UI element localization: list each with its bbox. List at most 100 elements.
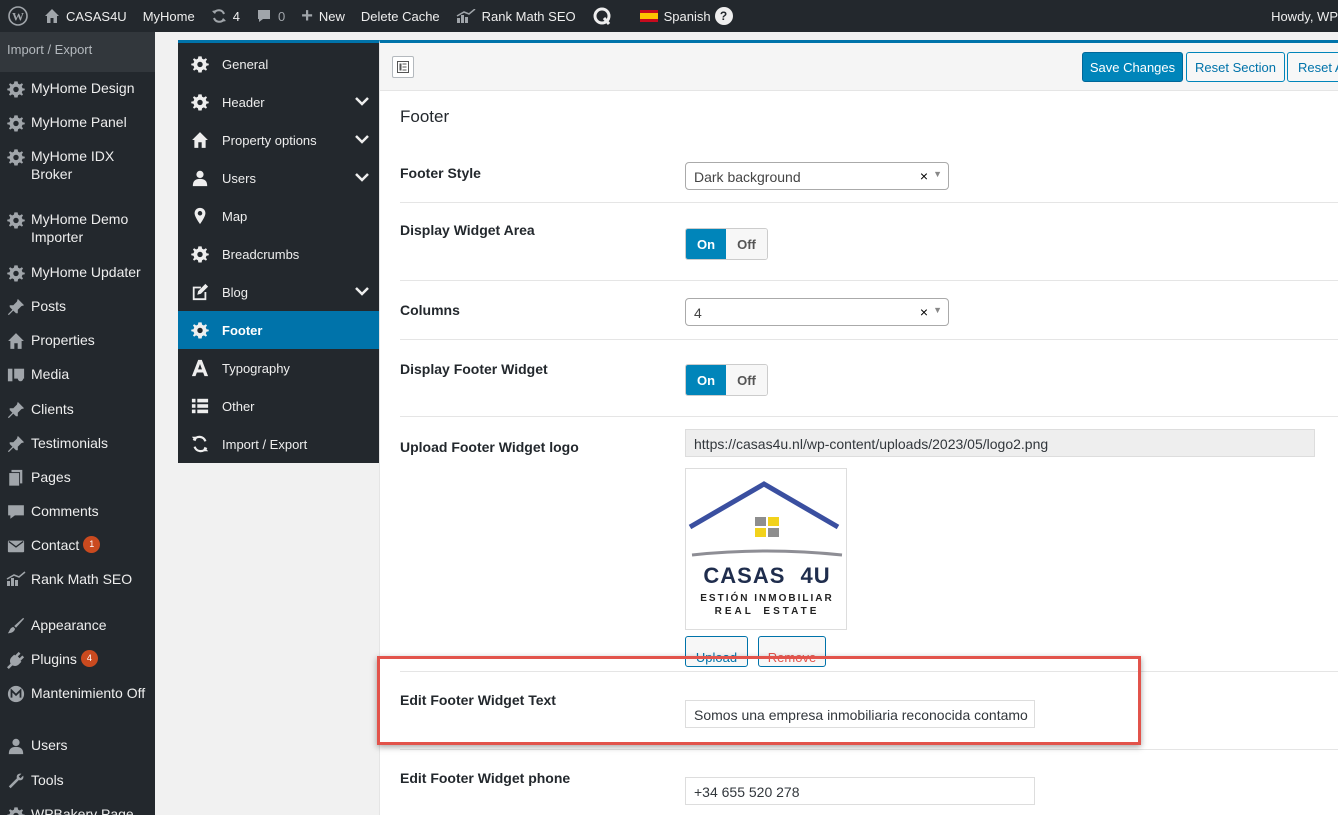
help-icon[interactable]: ? (714, 7, 733, 25)
options-nav-item[interactable]: Typography (178, 349, 379, 387)
admin-menu-item[interactable]: MyHome IDX Broker (0, 147, 155, 183)
myhome-link[interactable]: MyHome (135, 0, 203, 32)
page-icon (0, 468, 31, 487)
brush-icon (0, 616, 31, 635)
admin-menu-item[interactable]: Users (0, 736, 155, 755)
save-changes-button[interactable]: Save Changes (1082, 52, 1183, 82)
gear-icon (178, 245, 222, 263)
widget-phone-label: Edit Footer Widget phone (400, 770, 571, 786)
dropdown-arrow-icon[interactable]: ▼ (933, 305, 942, 315)
admin-menu-item[interactable]: Tools (0, 771, 155, 790)
comments-link[interactable]: 0 (248, 0, 293, 32)
gear-icon (178, 321, 222, 339)
current-submenu-item[interactable]: Import / Export (0, 32, 155, 72)
admin-menu-item[interactable]: Media (0, 365, 155, 384)
options-toolbar: Save Changes Reset Section Reset A (380, 43, 1338, 91)
options-nav-item[interactable]: Breadcrumbs (178, 235, 379, 273)
columns-value: 4 (694, 305, 702, 321)
admin-menu-item[interactable]: MyHome Demo Importer (0, 210, 155, 246)
options-nav-item[interactable]: Users (178, 159, 379, 197)
options-nav-item[interactable]: Header (178, 83, 379, 121)
gear-icon (0, 805, 31, 815)
admin-menu-item[interactable]: Appearance (0, 616, 155, 635)
rank-math-label: Rank Math SEO (481, 8, 576, 24)
admin-menu-item[interactable]: MyHome Panel (0, 113, 155, 132)
admin-menu-item-label: Rank Math SEO (31, 571, 133, 587)
admin-menu-item-label: Media (31, 366, 70, 382)
clear-icon[interactable]: × (920, 168, 928, 184)
options-nav-item[interactable]: Map (178, 197, 379, 235)
site-name: CASAS4U (66, 8, 127, 24)
admin-menu-item[interactable]: Pages (0, 468, 155, 487)
admin-menu-item-label: Users (31, 737, 68, 753)
chevron-down-icon[interactable] (345, 133, 379, 147)
chevron-down-icon[interactable] (345, 95, 379, 109)
admin-menu-item[interactable]: Comments (0, 502, 155, 521)
options-nav-item-label: Header (222, 94, 265, 110)
toggle-on-button[interactable]: On (686, 365, 726, 395)
remove-button[interactable]: Remove (758, 636, 826, 667)
options-nav-item[interactable]: Blog (178, 273, 379, 311)
admin-menu-item[interactable]: WPBakery Page (0, 805, 155, 815)
admin-menu-item[interactable]: Posts (0, 297, 155, 316)
admin-menu-item[interactable]: Testimonials (0, 434, 155, 453)
dropdown-arrow-icon[interactable]: ▼ (933, 169, 942, 179)
admin-menu-item-label: Appearance (31, 617, 107, 633)
logo-url-field[interactable]: https://casas4u.nl/wp-content/uploads/20… (685, 429, 1315, 457)
widget-phone-input[interactable]: +34 655 520 278 (685, 777, 1035, 805)
gear-icon (178, 93, 222, 111)
query-monitor-icon (592, 6, 612, 26)
admin-menu-item[interactable]: Plugins 4 (0, 650, 155, 669)
toggle-off-button[interactable]: Off (726, 365, 767, 395)
admin-menu-item[interactable]: Mantenimiento Off (0, 684, 155, 703)
display-footer-widget-toggle[interactable]: On Off (685, 364, 768, 396)
options-nav-item-label: General (222, 56, 269, 72)
delete-cache-link[interactable]: Delete Cache (353, 0, 448, 32)
admin-menu-item[interactable]: Clients (0, 400, 155, 419)
options-nav-item[interactable]: Footer (178, 311, 379, 349)
typography-icon (178, 359, 222, 377)
reset-all-button[interactable]: Reset A (1287, 52, 1338, 82)
howdy-account[interactable]: Howdy, WP (1263, 0, 1338, 32)
section-title: Footer (400, 107, 450, 126)
admin-menu-item[interactable]: MyHome Design (0, 79, 155, 98)
admin-menu-item-label: MyHome Updater (31, 264, 141, 280)
admin-menu-item[interactable]: Contact 1 (0, 536, 155, 555)
widget-text-input[interactable]: Somos una empresa inmobiliaria reconocid… (685, 700, 1035, 728)
display-widget-area-toggle[interactable]: On Off (685, 228, 768, 260)
footer-style-select[interactable]: Dark background × ▼ (685, 162, 949, 190)
language-switcher[interactable]: Spanish ? (626, 0, 741, 32)
admin-menu-gap (155, 32, 178, 815)
options-nav-item-label: Typography (222, 360, 290, 376)
admin-menu-item-label: Clients (31, 401, 74, 417)
rank-math-link[interactable]: Rank Math SEO (448, 0, 584, 32)
options-nav-item[interactable]: Other (178, 387, 379, 425)
options-nav-item[interactable]: Property options (178, 121, 379, 159)
chevron-down-icon[interactable] (345, 171, 379, 185)
wordpress-logo-button[interactable]: W (0, 0, 36, 32)
expand-options-button[interactable] (392, 56, 414, 78)
clear-icon[interactable]: × (920, 304, 928, 320)
upload-button[interactable]: Upload (685, 636, 748, 667)
columns-select[interactable]: 4 × ▼ (685, 298, 949, 326)
chevron-down-icon[interactable] (345, 285, 379, 299)
updates-link[interactable]: 4 (203, 0, 248, 32)
options-nav-item[interactable]: Import / Export (178, 425, 379, 463)
comment-icon (256, 8, 272, 24)
site-name-link[interactable]: CASAS4U (36, 0, 135, 32)
new-content-link[interactable]: + New (293, 0, 353, 32)
options-nav-item-label: Footer (222, 322, 263, 338)
options-nav-item[interactable]: General (178, 45, 379, 83)
admin-menu-item[interactable]: Rank Math SEO (0, 570, 155, 588)
toggle-on-button[interactable]: On (686, 229, 726, 259)
plug-icon (0, 650, 31, 669)
language-label: Spanish (663, 8, 711, 24)
toggle-off-button[interactable]: Off (726, 229, 767, 259)
admin-menu-item[interactable]: MyHome Updater (0, 263, 155, 282)
reset-section-button[interactable]: Reset Section (1186, 52, 1285, 82)
new-label: New (318, 8, 345, 24)
admin-menu-item[interactable]: Properties (0, 331, 155, 350)
m-logo-icon (0, 684, 31, 703)
admin-menu-item-label: Plugins (31, 651, 77, 667)
query-monitor-link[interactable] (584, 0, 626, 32)
